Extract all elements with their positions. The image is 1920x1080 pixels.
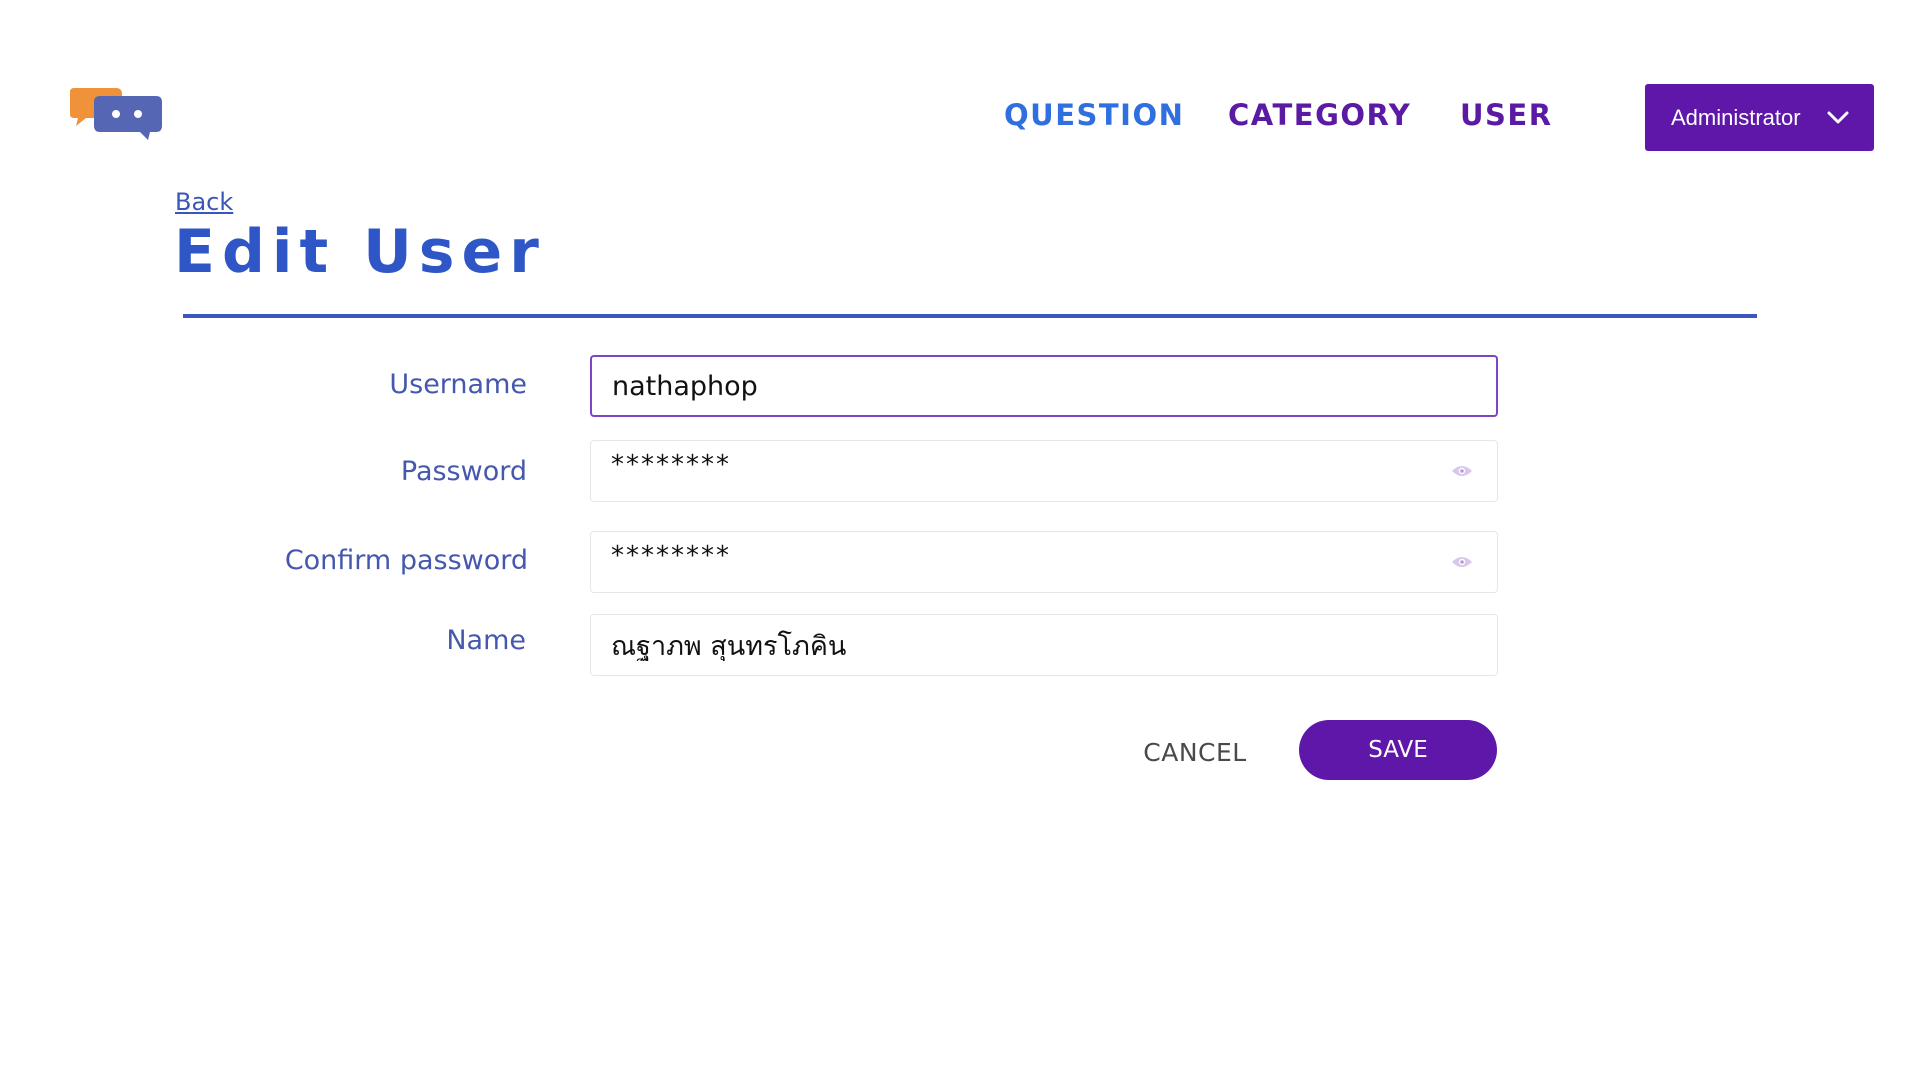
chat-bubbles-logo-icon[interactable] [70, 88, 162, 144]
back-link[interactable]: Back [175, 188, 233, 216]
name-label: Name [446, 625, 526, 656]
name-input[interactable] [611, 629, 1451, 661]
account-menu-button[interactable]: Administrator [1645, 84, 1874, 151]
password-input[interactable] [611, 450, 1451, 480]
eye-icon[interactable] [1451, 555, 1473, 569]
account-menu-label: Administrator [1671, 104, 1801, 130]
eye-icon[interactable] [1451, 464, 1473, 478]
nav-question[interactable]: QUESTION [1004, 98, 1184, 132]
page-title: Edit User [174, 217, 546, 287]
nav-category[interactable]: CATEGORY [1228, 98, 1411, 132]
nav-user[interactable]: USER [1460, 98, 1553, 132]
confirm-password-field[interactable] [590, 531, 1498, 593]
confirm-password-label: Confirm password [284, 545, 528, 576]
name-field[interactable] [590, 614, 1498, 676]
password-field[interactable] [590, 440, 1498, 502]
password-label: Password [400, 456, 527, 487]
cancel-button[interactable]: CANCEL [1130, 730, 1260, 774]
chevron-down-icon [1827, 111, 1849, 124]
confirm-password-input[interactable] [611, 541, 1451, 571]
username-input[interactable] [612, 370, 1452, 402]
title-divider [183, 314, 1757, 318]
username-field[interactable] [590, 355, 1498, 417]
username-label: Username [389, 369, 527, 400]
save-button[interactable]: SAVE [1299, 720, 1497, 780]
edit-user-page: QUESTION CATEGORY USER Administrator Bac… [0, 0, 1920, 1080]
